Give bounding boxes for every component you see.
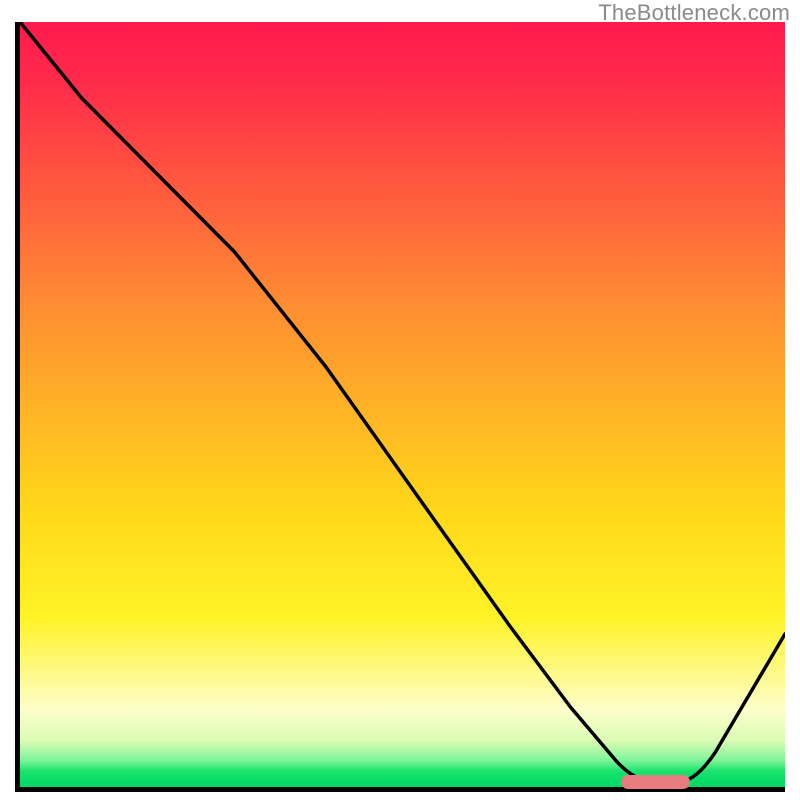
- curve-layer: [20, 22, 785, 787]
- bottleneck-chart: TheBottleneck.com: [0, 0, 800, 800]
- bottleneck-curve-path: [20, 22, 785, 782]
- optimal-range-marker: [621, 775, 690, 789]
- plot-area: [15, 22, 785, 792]
